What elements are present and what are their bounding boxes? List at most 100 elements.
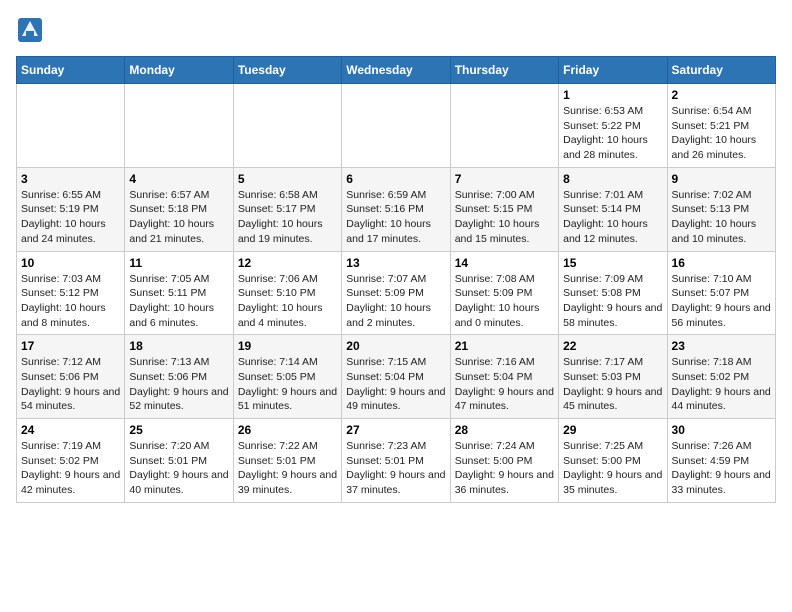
day-info: Sunrise: 6:57 AM Sunset: 5:18 PM Dayligh…	[129, 189, 214, 245]
day-number: 9	[672, 172, 771, 186]
calendar-cell: 14Sunrise: 7:08 AM Sunset: 5:09 PM Dayli…	[450, 251, 558, 335]
day-number: 26	[238, 423, 337, 437]
page-header	[16, 16, 776, 44]
day-number: 30	[672, 423, 771, 437]
day-info: Sunrise: 7:19 AM Sunset: 5:02 PM Dayligh…	[21, 440, 120, 496]
calendar-cell: 3 Sunrise: 6:55 AM Sunset: 5:19 PM Daylig…	[17, 167, 125, 251]
week-row-2: 3 Sunrise: 6:55 AM Sunset: 5:19 PM Daylig…	[17, 167, 776, 251]
day-info: Sunrise: 7:03 AM Sunset: 5:12 PM Dayligh…	[21, 273, 106, 329]
calendar-cell: 29 Sunrise: 7:25 AM Sunset: 5:00 PM Dayli…	[559, 419, 667, 503]
week-row-5: 24 Sunrise: 7:19 AM Sunset: 5:02 PM Dayli…	[17, 419, 776, 503]
day-number: 20	[346, 339, 445, 353]
day-number: 6	[346, 172, 445, 186]
day-number: 19	[238, 339, 337, 353]
day-info: Sunrise: 7:25 AM Sunset: 5:00 PM Dayligh…	[563, 440, 662, 496]
calendar-cell: 23 Sunrise: 7:18 AM Sunset: 5:02 PM Dayli…	[667, 335, 775, 419]
calendar-cell: 11 Sunrise: 7:05 AM Sunset: 5:11 PM Dayli…	[125, 251, 233, 335]
calendar-cell	[450, 84, 558, 168]
calendar-table: SundayMondayTuesdayWednesdayThursdayFrid…	[16, 56, 776, 503]
day-info: Sunrise: 7:05 AM Sunset: 5:11 PM Dayligh…	[129, 273, 214, 329]
day-number: 24	[21, 423, 120, 437]
header-day-thursday: Thursday	[450, 57, 558, 84]
calendar-cell: 2 Sunrise: 6:54 AM Sunset: 5:21 PM Daylig…	[667, 84, 775, 168]
day-info: Sunrise: 7:14 AM Sunset: 5:05 PM Dayligh…	[238, 356, 337, 412]
calendar-cell: 26 Sunrise: 7:22 AM Sunset: 5:01 PM Dayli…	[233, 419, 341, 503]
calendar-cell: 18 Sunrise: 7:13 AM Sunset: 5:06 PM Dayli…	[125, 335, 233, 419]
calendar-cell: 12 Sunrise: 7:06 AM Sunset: 5:10 PM Dayli…	[233, 251, 341, 335]
calendar-cell: 28 Sunrise: 7:24 AM Sunset: 5:00 PM Dayli…	[450, 419, 558, 503]
day-info: Sunrise: 6:53 AM Sunset: 5:22 PM Dayligh…	[563, 105, 648, 161]
day-number: 14	[455, 256, 554, 270]
header-day-sunday: Sunday	[17, 57, 125, 84]
calendar-cell: 4 Sunrise: 6:57 AM Sunset: 5:18 PM Daylig…	[125, 167, 233, 251]
day-info: Sunrise: 7:06 AM Sunset: 5:10 PM Dayligh…	[238, 273, 323, 329]
day-number: 8	[563, 172, 662, 186]
calendar-cell: 13 Sunrise: 7:07 AM Sunset: 5:09 PM Dayli…	[342, 251, 450, 335]
calendar-cell	[17, 84, 125, 168]
day-number: 4	[129, 172, 228, 186]
day-info: Sunrise: 7:16 AM Sunset: 5:04 PM Dayligh…	[455, 356, 554, 412]
day-info: Sunrise: 6:54 AM Sunset: 5:21 PM Dayligh…	[672, 105, 757, 161]
day-info: Sunrise: 6:55 AM Sunset: 5:19 PM Dayligh…	[21, 189, 106, 245]
day-number: 17	[21, 339, 120, 353]
day-number: 23	[672, 339, 771, 353]
week-row-4: 17 Sunrise: 7:12 AM Sunset: 5:06 PM Dayli…	[17, 335, 776, 419]
day-number: 25	[129, 423, 228, 437]
calendar-cell	[125, 84, 233, 168]
header-day-monday: Monday	[125, 57, 233, 84]
day-number: 15	[563, 256, 662, 270]
header-day-friday: Friday	[559, 57, 667, 84]
day-number: 28	[455, 423, 554, 437]
day-number: 12	[238, 256, 337, 270]
day-number: 13	[346, 256, 445, 270]
calendar-cell: 25 Sunrise: 7:20 AM Sunset: 5:01 PM Dayli…	[125, 419, 233, 503]
calendar-cell: 24 Sunrise: 7:19 AM Sunset: 5:02 PM Dayli…	[17, 419, 125, 503]
header-day-saturday: Saturday	[667, 57, 775, 84]
day-info: Sunrise: 7:24 AM Sunset: 5:00 PM Dayligh…	[455, 440, 554, 496]
calendar-cell: 1Sunrise: 6:53 AM Sunset: 5:22 PM Daylig…	[559, 84, 667, 168]
header-day-tuesday: Tuesday	[233, 57, 341, 84]
logo	[16, 16, 48, 44]
calendar-cell: 7Sunrise: 7:00 AM Sunset: 5:15 PM Daylig…	[450, 167, 558, 251]
day-info: Sunrise: 6:58 AM Sunset: 5:17 PM Dayligh…	[238, 189, 323, 245]
calendar-body: 1Sunrise: 6:53 AM Sunset: 5:22 PM Daylig…	[17, 84, 776, 503]
day-info: Sunrise: 7:17 AM Sunset: 5:03 PM Dayligh…	[563, 356, 662, 412]
day-number: 22	[563, 339, 662, 353]
day-info: Sunrise: 7:22 AM Sunset: 5:01 PM Dayligh…	[238, 440, 337, 496]
week-row-3: 10 Sunrise: 7:03 AM Sunset: 5:12 PM Dayli…	[17, 251, 776, 335]
header-row: SundayMondayTuesdayWednesdayThursdayFrid…	[17, 57, 776, 84]
day-number: 11	[129, 256, 228, 270]
day-info: Sunrise: 7:23 AM Sunset: 5:01 PM Dayligh…	[346, 440, 445, 496]
day-info: Sunrise: 7:18 AM Sunset: 5:02 PM Dayligh…	[672, 356, 771, 412]
day-number: 21	[455, 339, 554, 353]
calendar-cell: 22 Sunrise: 7:17 AM Sunset: 5:03 PM Dayli…	[559, 335, 667, 419]
calendar-cell	[233, 84, 341, 168]
week-row-1: 1Sunrise: 6:53 AM Sunset: 5:22 PM Daylig…	[17, 84, 776, 168]
day-info: Sunrise: 7:26 AM Sunset: 4:59 PM Dayligh…	[672, 440, 771, 496]
day-info: Sunrise: 7:20 AM Sunset: 5:01 PM Dayligh…	[129, 440, 228, 496]
day-info: Sunrise: 7:09 AM Sunset: 5:08 PM Dayligh…	[563, 273, 662, 329]
day-info: Sunrise: 7:02 AM Sunset: 5:13 PM Dayligh…	[672, 189, 757, 245]
day-info: Sunrise: 7:13 AM Sunset: 5:06 PM Dayligh…	[129, 356, 228, 412]
calendar-cell: 5 Sunrise: 6:58 AM Sunset: 5:17 PM Daylig…	[233, 167, 341, 251]
header-day-wednesday: Wednesday	[342, 57, 450, 84]
day-info: Sunrise: 7:07 AM Sunset: 5:09 PM Dayligh…	[346, 273, 431, 329]
day-info: Sunrise: 6:59 AM Sunset: 5:16 PM Dayligh…	[346, 189, 431, 245]
calendar-cell: 20Sunrise: 7:15 AM Sunset: 5:04 PM Dayli…	[342, 335, 450, 419]
day-number: 10	[21, 256, 120, 270]
calendar-cell: 27 Sunrise: 7:23 AM Sunset: 5:01 PM Dayli…	[342, 419, 450, 503]
day-number: 2	[672, 88, 771, 102]
day-number: 7	[455, 172, 554, 186]
day-number: 18	[129, 339, 228, 353]
day-info: Sunrise: 7:12 AM Sunset: 5:06 PM Dayligh…	[21, 356, 120, 412]
calendar-header: SundayMondayTuesdayWednesdayThursdayFrid…	[17, 57, 776, 84]
calendar-cell: 9 Sunrise: 7:02 AM Sunset: 5:13 PM Daylig…	[667, 167, 775, 251]
day-number: 5	[238, 172, 337, 186]
day-number: 3	[21, 172, 120, 186]
calendar-cell: 30 Sunrise: 7:26 AM Sunset: 4:59 PM Dayli…	[667, 419, 775, 503]
calendar-cell: 8Sunrise: 7:01 AM Sunset: 5:14 PM Daylig…	[559, 167, 667, 251]
day-number: 16	[672, 256, 771, 270]
day-number: 29	[563, 423, 662, 437]
day-number: 27	[346, 423, 445, 437]
calendar-cell: 10 Sunrise: 7:03 AM Sunset: 5:12 PM Dayli…	[17, 251, 125, 335]
